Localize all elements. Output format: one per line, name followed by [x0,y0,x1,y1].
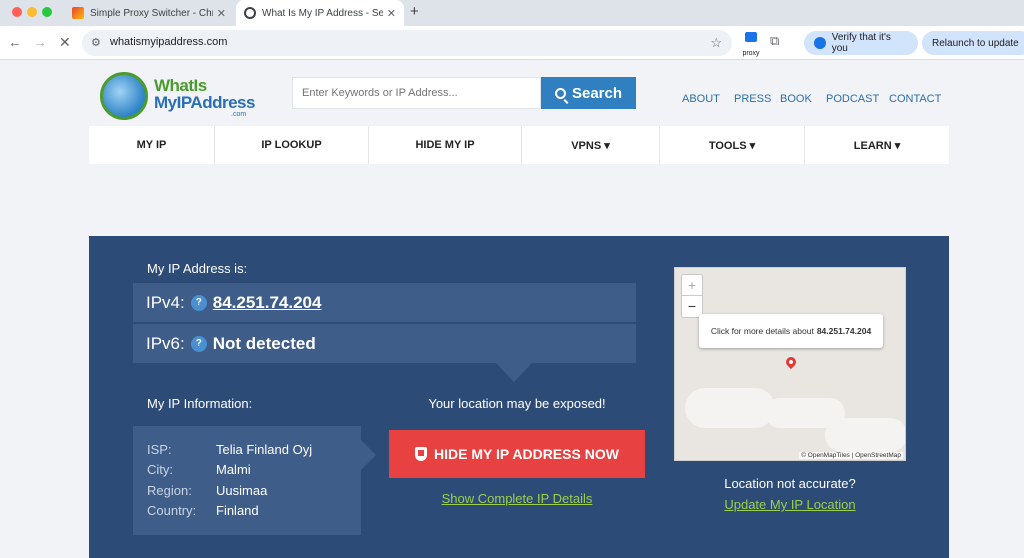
main-nav-hide-my-ip[interactable]: HIDE MY IP [369,126,522,164]
logo-text-line2: MyIPAddress [154,93,255,112]
ip-info-heading: My IP Information: [147,396,253,411]
main-nav-learn[interactable]: LEARN ▾ [805,126,949,164]
nav-link-contact[interactable]: CONTACT [889,93,941,105]
map-land-area [685,388,775,428]
url-text: whatismyipaddress.com [110,36,228,48]
shield-icon [415,447,428,461]
verify-label: Verify that it's you [831,32,891,54]
main-nav: MY IP IP LOOKUP HIDE MY IP VPNS ▾ TOOLS … [89,126,949,164]
my-ip-heading: My IP Address is: [147,261,248,276]
stop-loading-icon[interactable]: ✕ [59,34,71,51]
relaunch-button[interactable]: Relaunch to update [922,31,1024,55]
ipv4-row: IPv4: ? 84.251.74.204 [133,283,636,322]
close-tab-icon[interactable]: ✕ [387,7,396,20]
extensions-puzzle-icon[interactable]: ⧉ [770,33,779,49]
close-tab-icon[interactable]: ✕ [217,7,226,20]
globe-logo-icon [100,72,148,120]
show-ip-details-link[interactable]: Show Complete IP Details [389,491,645,506]
location-map[interactable]: + − Click for more details about 84.251.… [674,267,906,461]
tab-strip: Simple Proxy Switcher - Chro ✕ What Is M… [0,0,1024,26]
ipv6-label: IPv6: [146,333,185,353]
region-label: Region: [147,483,192,498]
forward-icon[interactable]: → [33,34,47,50]
map-zoom-control: + − [681,274,703,318]
tab-title: Simple Proxy Switcher - Chro [90,7,213,19]
zoom-in-icon[interactable]: + [682,275,702,296]
search-icon [554,87,566,99]
city-value: Malmi [216,462,251,477]
ipv4-label: IPv4: [146,292,185,312]
chrome-store-icon [72,7,84,19]
ipv6-value: Not detected [212,333,316,353]
ipv4-value[interactable]: 84.251.74.204 [213,293,322,313]
help-icon[interactable]: ? [190,294,207,311]
nav-link-about[interactable]: ABOUT [682,93,720,105]
relaunch-label: Relaunch to update [932,37,1019,49]
proxy-extension-button[interactable]: proxy [740,32,762,60]
location-exposed-warning: Your location may be exposed! [428,396,606,411]
main-nav-my-ip[interactable]: MY IP [89,126,215,164]
map-pin-icon[interactable] [783,354,799,370]
nav-link-book[interactable]: BOOK [780,93,812,105]
browser-toolbar: ← → ✕ ⚙ whatismyipaddress.com ☆ proxy ⧉ … [0,26,1024,60]
verify-identity-button[interactable]: Verify that it's you [804,31,918,55]
map-popup[interactable]: Click for more details about 84.251.74.2… [699,314,883,348]
proxy-extension-label: proxy [742,50,760,57]
map-attribution[interactable]: © OpenMapTiles | OpenStreetMap [799,452,903,459]
globe-icon [244,7,256,19]
region-value: Uusimaa [216,483,268,498]
ipv6-row: IPv6: ? Not detected [133,324,636,363]
isp-value: Telia Finland Oyj [216,442,313,457]
map-popup-ip: 84.251.74.204 [816,326,872,336]
main-nav-ip-lookup[interactable]: IP LOOKUP [215,126,369,164]
country-value: Finland [216,503,259,518]
hide-my-ip-button[interactable]: HIDE MY IP ADDRESS NOW [389,430,645,478]
isp-label: ISP: [147,442,172,457]
new-tab-icon[interactable]: + [410,3,419,20]
site-logo[interactable]: WhatIs MyIPAddress .com [100,72,255,122]
help-icon[interactable]: ? [190,335,207,352]
search-button[interactable]: Search [541,77,636,109]
back-icon[interactable]: ← [8,34,22,50]
maximize-window-icon[interactable] [42,7,52,17]
proxy-icon [745,32,757,42]
ip-info-box: ISP: Telia Finland Oyj City: Malmi Regio… [133,426,361,535]
country-label: Country: [147,503,197,518]
main-nav-vpns[interactable]: VPNS ▾ [522,126,660,164]
close-window-icon[interactable] [12,7,22,17]
browser-tab-proxy-switcher[interactable]: Simple Proxy Switcher - Chro ✕ [64,0,234,26]
browser-tab-whatismyip[interactable]: What Is My IP Address - See ✕ [236,0,404,26]
profile-avatar-icon [814,37,826,49]
bookmark-star-icon[interactable]: ☆ [710,35,722,51]
address-bar[interactable]: ⚙ whatismyipaddress.com ☆ [82,30,732,56]
map-popup-text: Click for more details about [710,326,814,336]
city-label: City: [147,462,173,477]
search-input[interactable] [292,77,541,109]
site-info-icon[interactable]: ⚙ [91,36,101,49]
map-land-area [825,418,905,452]
info-box-pointer [361,440,376,470]
logo-text-line3: .com [231,111,247,118]
ip-box-pointer [496,363,532,382]
tab-title: What Is My IP Address - See [262,7,383,19]
minimize-window-icon[interactable] [27,7,37,17]
nav-link-podcast[interactable]: PODCAST [826,93,879,105]
search-button-label: Search [571,84,623,102]
nav-link-press[interactable]: PRESS [734,93,771,105]
hide-my-ip-label: HIDE MY IP ADDRESS NOW [434,446,619,462]
update-ip-location-link[interactable]: Update My IP Location [674,497,906,512]
main-nav-tools[interactable]: TOOLS ▾ [660,126,805,164]
location-not-accurate-text: Location not accurate? [724,476,856,491]
